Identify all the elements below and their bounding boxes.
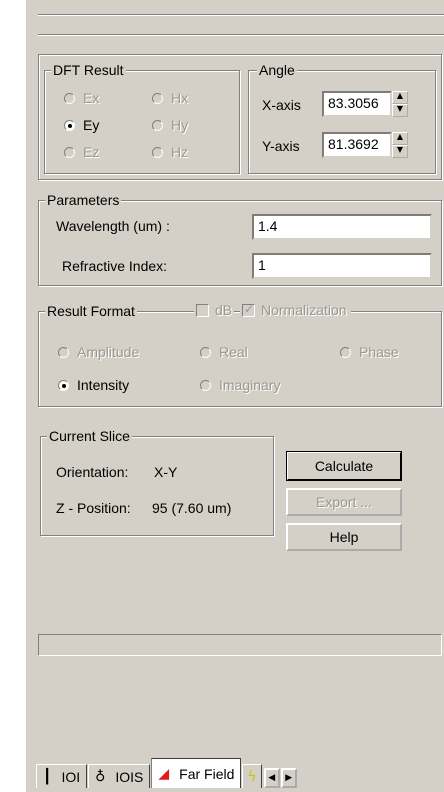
radio-label: Ez <box>83 144 100 160</box>
radio-hy[interactable]: Hy <box>152 117 188 133</box>
radio-circle <box>152 92 163 104</box>
probe-icon: ♁ <box>95 768 106 785</box>
radio-circle <box>152 119 163 131</box>
radio-circle <box>64 119 75 131</box>
spin-up-icon[interactable]: ▲ <box>392 91 408 104</box>
tab-lightning[interactable]: ϟ <box>242 764 262 788</box>
radio-hz[interactable]: Hz <box>152 144 188 160</box>
tab-bar: ┃ IOI ♁ IOIS ◢ Far Field ϟ ◀ ▶ <box>36 758 297 788</box>
radio-label: Hy <box>171 117 189 133</box>
z-position-label: Z - Position: <box>56 500 131 516</box>
normalization-label: Normalization <box>261 302 347 318</box>
radio-label: Real <box>219 344 248 360</box>
radio-label: Ey <box>83 117 100 133</box>
help-button[interactable]: Help <box>286 523 402 551</box>
angle-legend: Angle <box>257 62 297 78</box>
radio-circle <box>58 379 69 391</box>
radio-label: Imaginary <box>219 377 281 393</box>
wavelength-label: Wavelength (um) : <box>56 218 170 234</box>
spin-down-icon[interactable]: ▼ <box>392 145 408 158</box>
radio-ez[interactable]: Ez <box>64 144 99 160</box>
wavelength-input[interactable]: 1.4 <box>252 214 432 240</box>
spin-up-icon[interactable]: ▲ <box>392 132 408 145</box>
tab-ioi[interactable]: ┃ IOI <box>36 764 88 788</box>
radio-real[interactable]: Real <box>200 344 248 360</box>
radio-label: Phase <box>359 344 399 360</box>
radio-intensity[interactable]: Intensity <box>58 377 129 393</box>
radio-hx[interactable]: Hx <box>152 90 188 106</box>
radio-label: Amplitude <box>77 344 140 360</box>
result-format-legend: Result Format <box>45 303 137 319</box>
orientation-label: Orientation: <box>56 464 129 480</box>
y-axis-label: Y-axis <box>262 138 300 154</box>
db-label: dB <box>215 302 233 318</box>
y-axis-spinner[interactable]: ▲ ▼ <box>392 132 408 158</box>
checkbox-box <box>242 302 255 317</box>
current-slice-legend: Current Slice <box>47 428 132 444</box>
radio-ey[interactable]: Ey <box>64 117 99 133</box>
x-axis-input[interactable]: 83.3056 <box>322 91 392 117</box>
lightning-icon: ϟ <box>247 768 257 785</box>
current-slice-group: Current Slice <box>40 428 274 536</box>
refractive-index-input[interactable]: 1 <box>252 253 432 279</box>
x-axis-label: X-axis <box>262 97 301 113</box>
progress-bar <box>38 634 442 656</box>
y-axis-input[interactable]: 81.3692 <box>322 132 392 158</box>
radio-circle <box>58 346 69 358</box>
parameters-legend: Parameters <box>45 192 122 208</box>
tab-far-field[interactable]: ◢ Far Field <box>151 758 242 788</box>
radio-amplitude[interactable]: Amplitude <box>58 344 139 360</box>
radio-circle <box>200 346 211 358</box>
far-field-icon: ◢ <box>158 765 170 782</box>
spin-down-icon[interactable]: ▼ <box>392 104 408 117</box>
radio-imaginary[interactable]: Imaginary <box>200 377 280 393</box>
x-axis-spinner[interactable]: ▲ ▼ <box>392 91 408 117</box>
db-checkbox[interactable]: dB <box>194 302 235 318</box>
radio-circle <box>200 379 211 391</box>
refractive-index-label: Refractive Index: <box>62 258 168 274</box>
tab-scroll-right-icon[interactable]: ▶ <box>280 768 297 788</box>
radio-phase[interactable]: Phase <box>340 344 399 360</box>
orientation-value: X-Y <box>154 464 178 480</box>
radio-circle <box>340 346 351 358</box>
dft-result-legend: DFT Result <box>51 62 126 78</box>
z-position-value: 95 (7.60 um) <box>152 500 232 516</box>
calculate-button[interactable]: Calculate <box>286 451 402 481</box>
separator <box>38 35 444 36</box>
radio-ex[interactable]: Ex <box>64 90 99 106</box>
far-field-panel: DFT Result Ex Hx Ey Hy Ez Hz Angle X-axi… <box>24 0 444 792</box>
export-button[interactable]: Export ... <box>286 488 402 516</box>
tab-scroll-left-icon[interactable]: ◀ <box>263 768 280 788</box>
radio-label: Intensity <box>77 377 130 393</box>
checkbox-box <box>196 303 209 317</box>
separator <box>38 15 444 16</box>
antenna-icon: ┃ <box>43 768 52 785</box>
angle-group: Angle <box>248 62 436 174</box>
radio-circle <box>64 146 75 158</box>
tab-label: Far Field <box>179 765 235 782</box>
radio-circle <box>64 92 75 104</box>
tab-label: IOI <box>61 768 81 785</box>
radio-label: Ex <box>83 90 100 106</box>
normalization-checkbox[interactable]: Normalization <box>240 302 351 318</box>
radio-label: Hz <box>171 144 189 160</box>
tab-label: IOIS <box>115 768 144 785</box>
radio-label: Hx <box>171 90 189 106</box>
tab-iois[interactable]: ♁ IOIS <box>88 764 151 788</box>
radio-circle <box>152 146 163 158</box>
